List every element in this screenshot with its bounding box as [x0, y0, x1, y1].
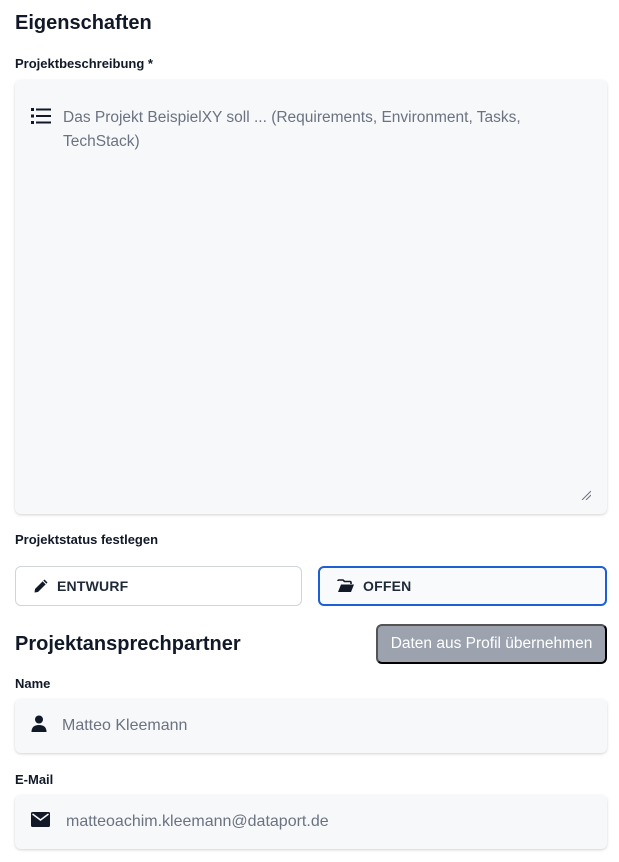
- list-icon: [31, 108, 51, 124]
- user-icon: [31, 715, 47, 737]
- folder-open-icon: [337, 579, 354, 592]
- status-draft-label: ENTWURF: [57, 578, 129, 594]
- properties-title: Eigenschaften: [15, 12, 152, 34]
- name-field[interactable]: Matteo Kleemann: [15, 699, 607, 753]
- copy-profile-button[interactable]: Daten aus Profil übernehmen: [376, 624, 607, 664]
- email-label: E-Mail: [15, 772, 54, 787]
- status-open-label: OFFEN: [363, 578, 412, 594]
- envelope-icon: [31, 812, 50, 832]
- description-textarea[interactable]: Das Projekt BeispielXY soll ... (Require…: [15, 80, 607, 514]
- description-label: Projektbeschreibung *: [15, 56, 153, 71]
- name-value: Matteo Kleemann: [62, 717, 188, 734]
- contact-title: Projektansprechpartner: [15, 633, 241, 655]
- status-open-button[interactable]: OFFEN: [318, 566, 607, 606]
- pencil-icon: [34, 579, 48, 593]
- resize-handle-icon[interactable]: [581, 487, 592, 501]
- email-value: matteoachim.kleemann@dataport.de: [66, 813, 329, 830]
- description-placeholder: Das Projekt BeispielXY soll ... (Require…: [63, 109, 521, 150]
- status-label: Projektstatus festlegen: [15, 532, 159, 547]
- status-draft-button[interactable]: ENTWURF: [15, 566, 302, 606]
- name-label: Name: [15, 676, 51, 691]
- email-field[interactable]: matteoachim.kleemann@dataport.de: [15, 795, 607, 849]
